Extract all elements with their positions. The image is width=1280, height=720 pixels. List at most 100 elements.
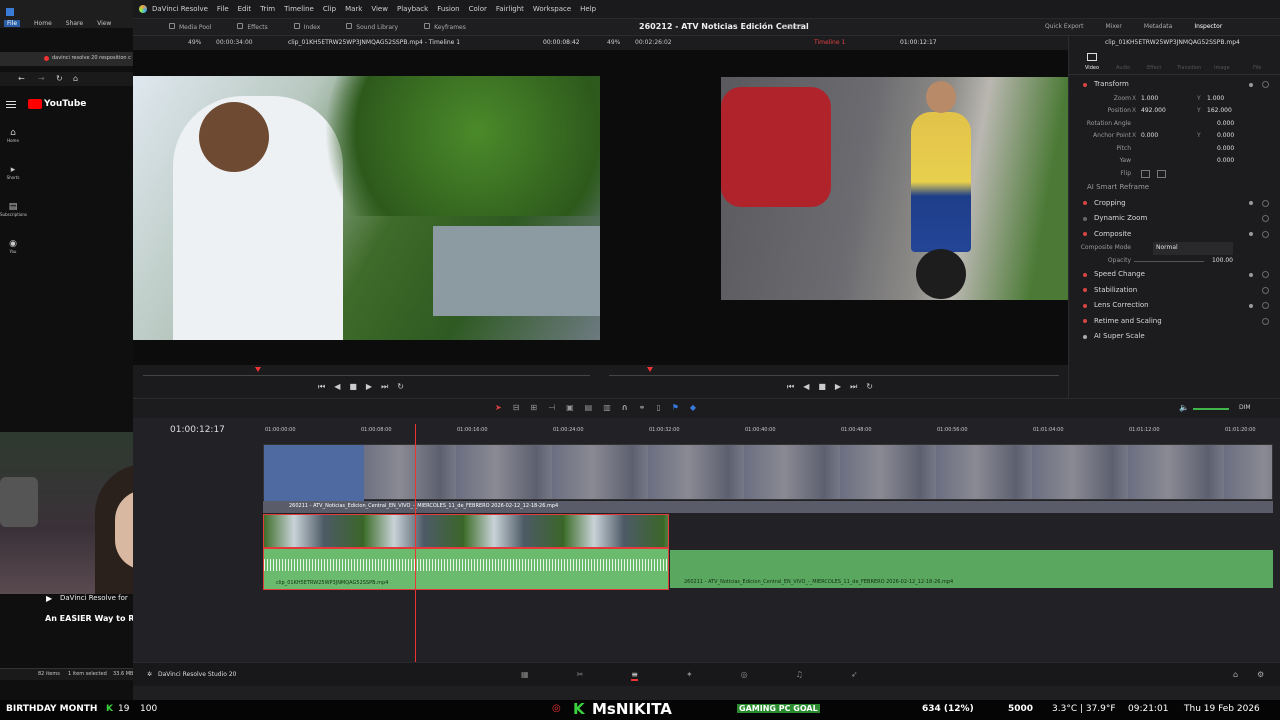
reset-icon[interactable]: [1262, 215, 1269, 222]
jump-end-icon[interactable]: ⏭: [850, 382, 857, 392]
jump-start-icon[interactable]: ⏮: [318, 382, 325, 392]
quick-export-button[interactable]: Quick Export: [1045, 23, 1084, 30]
keyframe-icon[interactable]: [1249, 201, 1253, 205]
menu-view[interactable]: View: [371, 5, 388, 13]
index-button[interactable]: Index: [293, 23, 320, 31]
source-zoom[interactable]: 49%: [188, 39, 201, 46]
replace-icon[interactable]: ▥: [603, 403, 611, 412]
section-ai-super-scale[interactable]: AI Super Scale: [1069, 329, 1280, 345]
position-x-field[interactable]: 492.000: [1141, 105, 1166, 118]
back-icon[interactable]: ←: [18, 74, 25, 83]
audio-track-a1-clip2[interactable]: 260211 - ATV_Noticias_Edicion_Central_EN…: [670, 550, 1273, 588]
audio-track-a1-clip1[interactable]: clip_01KH5ETRW25WP3JNMQAG52SSPB.mp4: [263, 548, 669, 590]
volume-icon[interactable]: 🔈: [1179, 403, 1189, 412]
metadata-button[interactable]: Metadata: [1144, 23, 1172, 30]
trim-tool-icon[interactable]: ⊟: [513, 403, 520, 412]
timeline-name[interactable]: Timeline 1: [814, 39, 845, 46]
selection-tool-icon[interactable]: ➤: [495, 403, 502, 412]
browser-tab[interactable]: davinci resolve 20 resposition c: [0, 52, 133, 66]
blade-tool-icon[interactable]: ⊣: [548, 403, 555, 412]
enable-dot-icon[interactable]: [1083, 201, 1087, 205]
opacity-slider[interactable]: [1134, 260, 1204, 262]
explorer-tab-file[interactable]: File: [4, 20, 21, 27]
dim-button[interactable]: DIM: [1239, 404, 1251, 411]
nav-home[interactable]: ⌂ Home: [3, 128, 23, 143]
nav-subscriptions[interactable]: ▤ Subscriptions: [0, 202, 27, 217]
opacity-field[interactable]: 100.00: [1212, 255, 1233, 268]
keyframe-icon[interactable]: [1249, 272, 1253, 277]
reverse-icon[interactable]: ◀: [334, 382, 340, 392]
menu-help[interactable]: Help: [580, 5, 596, 13]
menu-davinci[interactable]: DaVinci Resolve: [152, 5, 208, 13]
edit-page-icon[interactable]: ≡: [631, 670, 638, 681]
youtube-wordmark[interactable]: YouTube: [44, 99, 86, 109]
settings-icon[interactable]: ⚙: [1257, 670, 1264, 679]
flag-icon[interactable]: ⚑: [672, 403, 679, 412]
reset-icon[interactable]: [1262, 286, 1269, 294]
home-icon[interactable]: ⌂: [73, 74, 78, 83]
nav-you[interactable]: ◉ You: [3, 239, 23, 254]
section-dynamic-zoom[interactable]: Dynamic Zoom: [1069, 211, 1280, 227]
source-clip-name[interactable]: clip_01KH5ETRW25WP3JNMQAG52SSPB.mp4 - Ti…: [288, 39, 460, 46]
flip-horizontal-icon[interactable]: [1141, 169, 1150, 178]
menu-fairlight[interactable]: Fairlight: [496, 5, 524, 13]
reset-icon[interactable]: [1262, 230, 1269, 238]
color-page-icon[interactable]: ◎: [741, 670, 748, 681]
jump-start-icon[interactable]: ⏮: [787, 382, 794, 392]
section-cropping[interactable]: Cropping: [1069, 196, 1280, 212]
source-scrubber[interactable]: [143, 375, 590, 376]
tab-audio[interactable]: Audio: [1116, 65, 1130, 71]
reset-icon[interactable]: [1262, 317, 1269, 325]
reset-icon[interactable]: [1262, 302, 1269, 309]
menu-clip[interactable]: Clip: [323, 5, 336, 13]
section-composite[interactable]: Composite: [1069, 227, 1280, 243]
forward-icon[interactable]: →: [38, 74, 45, 83]
dynamic-trim-icon[interactable]: ⊞: [530, 403, 537, 412]
position-y-field[interactable]: 162.000: [1207, 105, 1232, 118]
timeline-viewer-frame[interactable]: [721, 77, 1068, 300]
cut-page-icon[interactable]: ✂: [577, 670, 584, 681]
tab-transition[interactable]: Transition: [1177, 65, 1201, 71]
enable-dot-icon[interactable]: [1083, 303, 1087, 308]
tab-effect[interactable]: Effect: [1147, 65, 1161, 71]
deliver-page-icon[interactable]: ➶: [851, 670, 858, 681]
source-playhead-icon[interactable]: [255, 367, 261, 372]
timeline-playhead[interactable]: [415, 424, 416, 662]
section-ai-smart-reframe[interactable]: AI Smart Reframe: [1069, 180, 1280, 196]
timeline-zoom[interactable]: 49%: [607, 39, 620, 46]
keyframe-icon[interactable]: [1249, 303, 1253, 308]
link-icon[interactable]: ⚭: [639, 403, 646, 412]
sound-library-button[interactable]: Sound Library: [346, 23, 398, 31]
composite-mode-dropdown[interactable]: Normal: [1153, 242, 1233, 255]
jump-end-icon[interactable]: ⏭: [381, 382, 388, 392]
menu-fusion[interactable]: Fusion: [437, 5, 459, 13]
menu-workspace[interactable]: Workspace: [533, 5, 571, 13]
insert-icon[interactable]: ▣: [566, 403, 574, 412]
enable-dot-icon[interactable]: [1083, 319, 1087, 323]
keyframe-icon[interactable]: [1249, 232, 1253, 236]
tab-file[interactable]: File: [1253, 65, 1261, 71]
explorer-tab-share[interactable]: Share: [66, 20, 83, 27]
timeline-playhead-icon[interactable]: [647, 367, 653, 372]
keyframe-icon[interactable]: [1249, 82, 1253, 87]
explorer-tab-home[interactable]: Home: [34, 20, 52, 27]
section-lens-correction[interactable]: Lens Correction: [1069, 298, 1280, 314]
explorer-tab-view[interactable]: View: [97, 20, 111, 27]
home-icon[interactable]: ⌂: [1233, 670, 1238, 679]
effects-button[interactable]: Effects: [237, 23, 268, 31]
yaw-field[interactable]: 0.000: [1217, 155, 1234, 168]
play-icon[interactable]: ▶: [366, 382, 372, 392]
section-retime-scaling[interactable]: Retime and Scaling: [1069, 314, 1280, 330]
volume-slider[interactable]: [1193, 408, 1229, 410]
snapping-icon[interactable]: ∩: [622, 403, 628, 412]
menu-trim[interactable]: Trim: [260, 5, 275, 13]
anchor-y-field[interactable]: 0.000: [1217, 130, 1234, 143]
reverse-icon[interactable]: ◀: [803, 382, 809, 392]
marker-icon[interactable]: ◆: [690, 403, 696, 412]
fusion-page-icon[interactable]: ✦: [686, 670, 693, 681]
source-viewer-frame[interactable]: [133, 76, 600, 340]
menu-edit[interactable]: Edit: [238, 5, 252, 13]
flip-vertical-icon[interactable]: [1157, 169, 1166, 178]
lock-icon[interactable]: ▯: [656, 403, 660, 412]
enable-dot-icon[interactable]: [1083, 334, 1087, 339]
